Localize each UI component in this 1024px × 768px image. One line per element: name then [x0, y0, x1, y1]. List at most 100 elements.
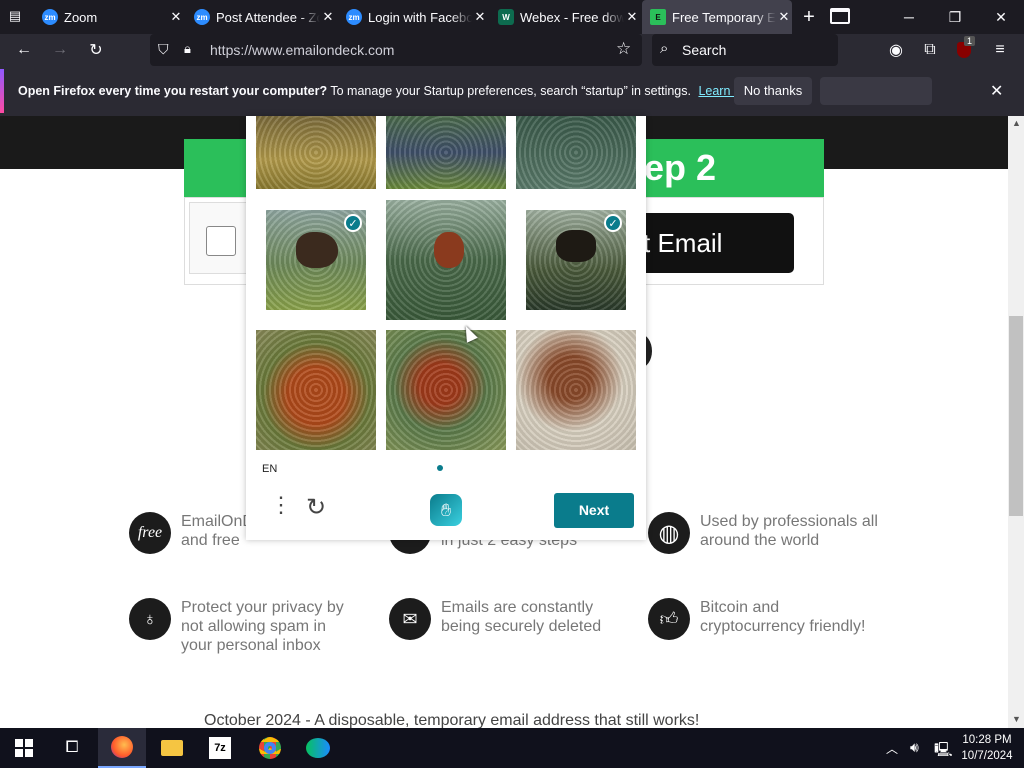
captcha-tile-6[interactable]: ✓: [526, 210, 626, 310]
hcaptcha-challenge: ✓ ✓ EN ⋮ ↻ ✋︎ Next: [246, 116, 646, 540]
feature-text: Emails are constantly being securely del…: [441, 599, 602, 635]
captcha-tile-5[interactable]: [386, 200, 506, 320]
tab-post-attendee[interactable]: zm Post Attendee - Zoom ✕: [186, 0, 336, 34]
scroll-up-icon[interactable]: ▲: [1012, 118, 1021, 128]
lightbulb-icon: ♁: [129, 598, 171, 640]
ublock-icon[interactable]: 1: [952, 36, 976, 62]
close-tab-icon[interactable]: ✕: [320, 9, 336, 25]
tab-webex[interactable]: W Webex - Free download ✕: [490, 0, 640, 34]
tab-title: Webex - Free download: [520, 9, 624, 25]
reload-icon[interactable]: ↻: [84, 38, 108, 62]
captcha-checkbox-box: [189, 202, 249, 274]
settings-button[interactable]: [820, 77, 932, 105]
search-icon: ⌕: [660, 40, 669, 57]
scrollbar-thumb[interactable]: [1009, 316, 1023, 516]
close-notification-icon[interactable]: ✕: [990, 81, 1003, 101]
notification-text: To manage your Startup preferences, sear…: [327, 84, 691, 98]
tab-zoom[interactable]: zm Zoom ✕: [34, 0, 184, 34]
envelope-icon: ✉: [389, 598, 431, 640]
feature-privacy: ♁ Protect your privacy by not allowing s…: [129, 598, 361, 655]
captcha-tile-8[interactable]: [386, 330, 506, 450]
feature-text: Protect your privacy by not allowing spa…: [181, 599, 344, 654]
emailondeck-icon: E: [650, 9, 666, 25]
feature-bitcoin: 👍︎ Bitcoin and cryptocurrency friendly!: [648, 598, 880, 640]
next-button[interactable]: Next: [554, 493, 634, 528]
menu-icon[interactable]: ≡: [988, 38, 1012, 62]
notification-title: Open Firefox every time you restart your…: [18, 84, 328, 98]
network-icon[interactable]: 🖳: [934, 739, 953, 763]
feature-deleted: ✉ Emails are constantly being securely d…: [389, 598, 621, 640]
search-input[interactable]: ⌕ Search: [652, 34, 838, 66]
no-thanks-button[interactable]: No thanks: [734, 77, 812, 105]
back-icon[interactable]: ←: [12, 38, 36, 62]
captcha-tile-7[interactable]: [256, 330, 376, 450]
close-window-icon[interactable]: ✕: [978, 0, 1024, 34]
7zip-icon[interactable]: 7z: [196, 728, 244, 768]
forward-icon[interactable]: →: [48, 38, 72, 62]
captcha-tile-3[interactable]: [516, 116, 636, 189]
feature-text: Used by professionals all around the wor…: [700, 513, 878, 549]
clock[interactable]: 10:28 PM 10/7/2024: [958, 732, 1016, 764]
webex-icon: W: [498, 9, 514, 25]
new-tab-icon[interactable]: +: [798, 6, 820, 28]
windows-taskbar: ⧠ 7z ︿ 🔊︎ 🖳 10:28 PM 10/7/2024: [0, 728, 1024, 768]
progress-dot: [437, 465, 443, 471]
refresh-icon[interactable]: ↻: [306, 496, 326, 520]
extension-badge: 1: [964, 36, 976, 46]
close-tab-icon[interactable]: ✕: [472, 9, 488, 25]
scroll-down-icon[interactable]: ▼: [1012, 714, 1021, 724]
tab-free-temporary-email[interactable]: E Free Temporary Email ✕: [642, 0, 792, 34]
restore-icon[interactable]: ❐: [932, 0, 978, 34]
captcha-tile-2[interactable]: [386, 116, 506, 189]
extensions-icon[interactable]: ⧉: [918, 38, 942, 62]
clock-date: 10/7/2024: [961, 750, 1013, 762]
tab-title: Post Attendee - Zoom: [216, 9, 320, 25]
windows-start-icon[interactable]: [0, 728, 48, 768]
webex-taskbar-icon[interactable]: [294, 728, 342, 768]
captcha-tile-1[interactable]: [256, 116, 376, 189]
step-heading: ep 2: [644, 147, 717, 188]
shield-icon[interactable]: ⛉: [158, 41, 169, 58]
language-selector[interactable]: EN: [262, 463, 277, 475]
captcha-tile-4[interactable]: ✓: [266, 210, 366, 310]
tab-login-facebook[interactable]: zm Login with Facebook ✕: [338, 0, 488, 34]
feature-professionals: ◍ Used by professionals all around the w…: [648, 512, 880, 554]
page-scrollbar[interactable]: ▲ ▼: [1008, 116, 1024, 728]
selected-check-icon: ✓: [344, 214, 362, 232]
tab-title: Free Temporary Email: [672, 9, 776, 25]
file-explorer-icon[interactable]: [148, 728, 196, 768]
tab-strip: ▤ zm Zoom ✕ zm Post Attendee - Zoom ✕ zm…: [0, 0, 1024, 34]
startup-notification-bar: Open Firefox every time you restart your…: [0, 66, 1024, 116]
close-tab-icon[interactable]: ✕: [624, 9, 640, 25]
address-bar[interactable]: ⛉ 🔒︎ https://www.emailondeck.com ☆: [150, 34, 642, 66]
close-tab-icon[interactable]: ✕: [168, 9, 184, 25]
volume-icon[interactable]: 🔊︎: [910, 739, 919, 756]
minimize-icon[interactable]: ─: [886, 0, 932, 34]
captcha-checkbox[interactable]: [206, 226, 236, 256]
chrome-icon[interactable]: [246, 728, 294, 768]
clock-time: 10:28 PM: [962, 734, 1012, 746]
close-tab-icon[interactable]: ✕: [776, 9, 792, 25]
zoom-icon: zm: [194, 9, 210, 25]
menu-dots-icon[interactable]: ⋮: [270, 494, 292, 516]
feature-text: Bitcoin and cryptocurrency friendly!: [700, 599, 866, 635]
thumbs-up-icon: 👍︎: [648, 598, 690, 640]
footer-text: October 2024 - A disposable, temporary e…: [204, 712, 700, 728]
search-placeholder: Search: [682, 42, 727, 58]
tab-title: Zoom: [64, 9, 98, 25]
globe-icon: ◍: [648, 512, 690, 554]
zoom-icon: zm: [346, 9, 362, 25]
account-icon[interactable]: ◉: [884, 38, 908, 62]
captcha-tile-9[interactable]: [516, 330, 636, 450]
list-all-tabs-icon[interactable]: ▤: [6, 8, 24, 26]
lock-icon[interactable]: 🔒︎: [184, 41, 191, 57]
show-hidden-icons[interactable]: ︿: [886, 740, 898, 757]
bookmark-star-icon[interactable]: ☆: [616, 39, 631, 59]
zoom-icon: zm: [42, 9, 58, 25]
firefox-taskbar-icon[interactable]: [98, 728, 146, 768]
selected-check-icon: ✓: [604, 214, 622, 232]
firefox-view-icon[interactable]: [830, 8, 850, 24]
notification-accent: [0, 69, 4, 113]
tab-title: Login with Facebook: [368, 9, 472, 25]
task-view-icon[interactable]: ⧠: [48, 728, 96, 768]
